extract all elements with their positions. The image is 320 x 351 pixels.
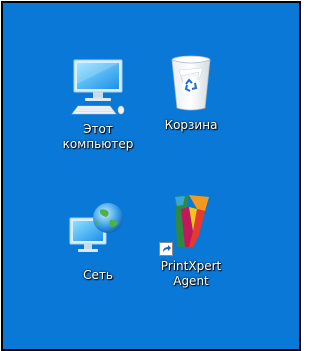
desktop-icon-label: Этот компьютер xyxy=(63,122,134,152)
desktop-icon-network[interactable]: Сеть xyxy=(50,200,146,283)
label-line-2: Agent xyxy=(173,274,209,288)
desktop-icon-printxpert-agent[interactable]: PrintXpert Agent xyxy=(143,191,239,289)
label-line-1: Корзина xyxy=(164,118,218,132)
computer-monitor-icon xyxy=(66,54,130,118)
label-line-1: Сеть xyxy=(83,268,113,282)
network-globe-icon xyxy=(66,200,130,264)
desktop-icon-label: Корзина xyxy=(165,118,218,133)
label-line-1: Этот xyxy=(83,122,113,136)
label-line-1: PrintXpert xyxy=(160,259,222,273)
desktop-icon-recycle-bin[interactable]: Корзина xyxy=(143,50,239,133)
desktop-icon-label: Сеть xyxy=(83,268,113,283)
desktop-icon-label: PrintXpert Agent xyxy=(161,259,221,289)
shortcut-arrow-icon xyxy=(159,241,173,256)
recycle-bin-icon xyxy=(159,50,223,114)
desktop-area: Этот компьютер Корзина Сеть PrintXpert A… xyxy=(1,1,301,351)
desktop-icon-this-pc[interactable]: Этот компьютер xyxy=(50,54,146,152)
printxpert-logo-icon xyxy=(159,191,223,256)
label-line-2: компьютер xyxy=(62,137,134,151)
